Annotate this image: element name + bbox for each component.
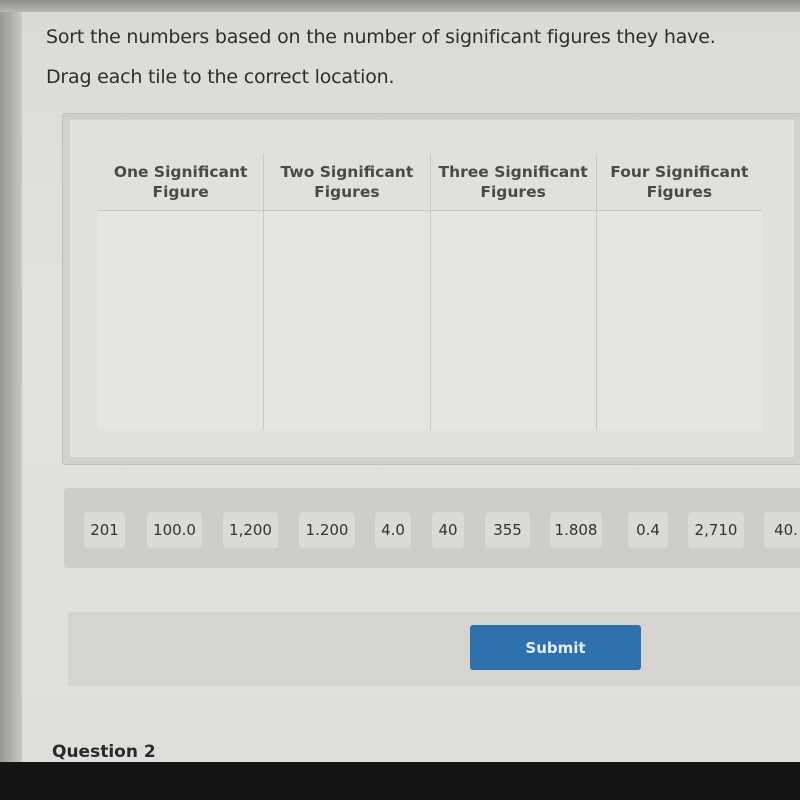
number-tile[interactable]: 1,200 — [223, 512, 278, 548]
category-header-line1: Three Significant — [438, 163, 588, 181]
category-one-sig-fig: One Significant Figure — [98, 154, 264, 430]
monitor-bezel — [0, 762, 800, 800]
category-header: Two Significant Figures — [264, 154, 430, 211]
category-header-line2: Figures — [646, 183, 713, 201]
next-question-heading: Question 2 — [52, 742, 156, 762]
category-table: One Significant Figure Two Significant Fig… — [98, 154, 762, 430]
category-two-sig-figs: Two Significant Figures — [263, 154, 430, 430]
number-tile[interactable]: 40 — [432, 512, 464, 548]
category-header: Four Significant Figures — [596, 154, 762, 211]
drop-zone-four-sig-figs[interactable] — [596, 211, 762, 430]
submit-button[interactable]: Submit — [470, 625, 641, 670]
question-text: Sort the numbers based on the number of … — [46, 26, 716, 48]
category-header: Three Significant Figures — [430, 154, 596, 211]
browser-top-edge — [0, 0, 800, 12]
drop-zone-three-sig-figs[interactable] — [430, 211, 596, 430]
number-tile[interactable]: 40. — [764, 512, 800, 548]
tile-tray: 201 100.0 1,200 1.200 4.0 40 355 1.808 0… — [64, 488, 800, 568]
number-tile[interactable]: 0.4 — [628, 512, 668, 548]
number-tile[interactable]: 355 — [485, 512, 530, 548]
category-header-line1: Four Significant — [610, 163, 749, 181]
category-header-line1: Two Significant — [280, 163, 414, 181]
drop-zone-two-sig-figs[interactable] — [264, 211, 430, 430]
category-header-line2: Figure — [152, 183, 209, 201]
category-three-sig-figs: Three Significant Figures — [429, 154, 596, 430]
category-four-sig-figs: Four Significant Figures — [595, 154, 762, 430]
screen-left-edge — [0, 12, 22, 767]
category-header-line1: One Significant — [113, 163, 248, 181]
number-tile[interactable]: 1.200 — [299, 512, 355, 548]
directions-text: Drag each tile to the correct location. — [46, 66, 395, 88]
category-header-line2: Figures — [314, 183, 380, 201]
sorting-board-inner: One Significant Figure Two Significant Fig… — [70, 120, 794, 457]
number-tile[interactable]: 2,710 — [688, 512, 744, 548]
sorting-board: One Significant Figure Two Significant Fig… — [62, 113, 800, 465]
drop-zone-one-sig-fig[interactable] — [98, 211, 264, 430]
submit-bar — [68, 612, 800, 686]
category-header: One Significant Figure — [98, 154, 264, 211]
number-tile[interactable]: 201 — [84, 512, 125, 548]
category-header-line2: Figures — [480, 183, 546, 201]
number-tile[interactable]: 1.808 — [550, 512, 602, 548]
number-tile[interactable]: 100.0 — [147, 512, 202, 548]
number-tile[interactable]: 4.0 — [375, 512, 411, 548]
